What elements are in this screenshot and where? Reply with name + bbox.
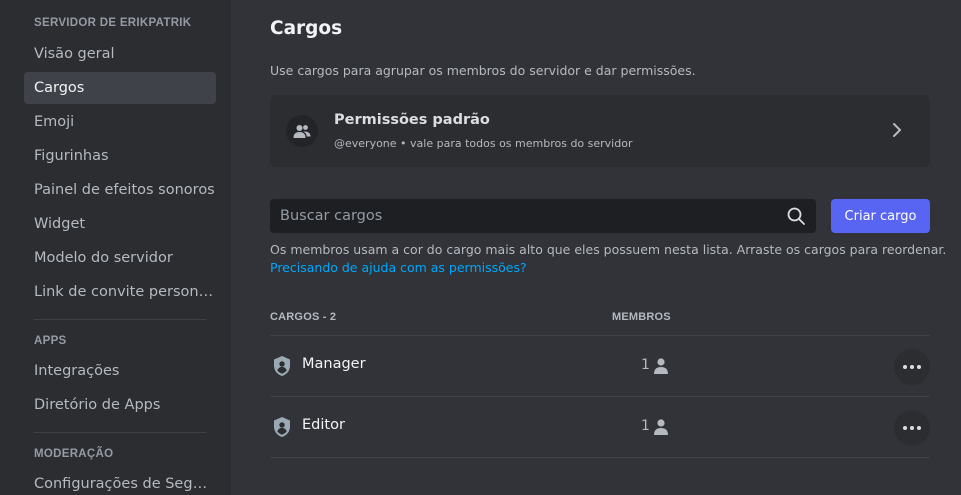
member-count: 1 [641, 357, 650, 373]
search-roles [270, 199, 816, 233]
apps-section-header: APPS [34, 335, 67, 347]
sidebar-item-stickers[interactable]: Figurinhas [24, 140, 216, 172]
default-permissions-card[interactable]: Permissões padrão @everyone • vale para … [270, 95, 930, 167]
page-title: Cargos [270, 18, 343, 39]
chevron-right-icon [892, 122, 902, 142]
shield-icon [272, 416, 292, 442]
server-section-header: SERVIDOR DE ERIKPATRIK [34, 17, 192, 29]
person-icon [652, 418, 670, 440]
sidebar-item-roles[interactable]: Cargos [24, 72, 216, 104]
sidebar-item-integrations[interactable]: Integrações [24, 355, 216, 387]
sidebar-item-server-template[interactable]: Modelo do servidor [24, 242, 216, 274]
role-name: Editor [302, 417, 345, 433]
people-icon [286, 115, 318, 147]
sidebar-item-soundboard[interactable]: Painel de efeitos sonoros [24, 174, 216, 206]
search-input[interactable] [270, 199, 770, 233]
sidebar-divider [34, 432, 206, 433]
roles-content: Cargos Use cargos para agrupar os membro… [231, 0, 961, 495]
default-permissions-title: Permissões padrão [334, 112, 490, 128]
shield-icon [272, 355, 292, 381]
sidebar-item-overview[interactable]: Visão geral [24, 38, 216, 70]
roles-column-header: CARGOS - 2 [270, 311, 337, 323]
sidebar-item-widget[interactable]: Widget [24, 208, 216, 240]
role-name: Manager [302, 356, 366, 372]
settings-sidebar: SERVIDOR DE ERIKPATRIK Visão geral Cargo… [0, 0, 231, 495]
sidebar-item-app-directory[interactable]: Diretório de Apps [24, 389, 216, 421]
sidebar-item-safety-setup[interactable]: Configurações de Segurança [24, 468, 216, 495]
default-permissions-subtitle: @everyone • vale para todos os membros d… [334, 137, 633, 150]
more-dots-icon[interactable] [894, 349, 930, 385]
permissions-help-link[interactable]: Precisando de ajuda com as permissões? [270, 260, 527, 275]
more-dots-icon[interactable] [894, 410, 930, 446]
table-row[interactable]: Manager 1 [270, 336, 930, 396]
sidebar-item-emoji[interactable]: Emoji [24, 106, 216, 138]
create-role-button[interactable]: Criar cargo [831, 199, 930, 233]
person-icon [652, 357, 670, 379]
search-icon[interactable] [786, 206, 806, 230]
moderation-section-header: MODERAÇÃO [34, 448, 114, 460]
members-column-header: MEMBROS [612, 311, 671, 323]
table-row[interactable]: Editor 1 [270, 397, 930, 457]
help-text: Os membros usam a cor do cargo mais alto… [270, 242, 947, 257]
page-description: Use cargos para agrupar os membros do se… [270, 63, 696, 78]
sidebar-item-vanity-url[interactable]: Link de convite personalizado [24, 276, 216, 308]
sidebar-divider [34, 319, 206, 320]
member-count: 1 [641, 418, 650, 434]
row-divider [270, 457, 930, 458]
